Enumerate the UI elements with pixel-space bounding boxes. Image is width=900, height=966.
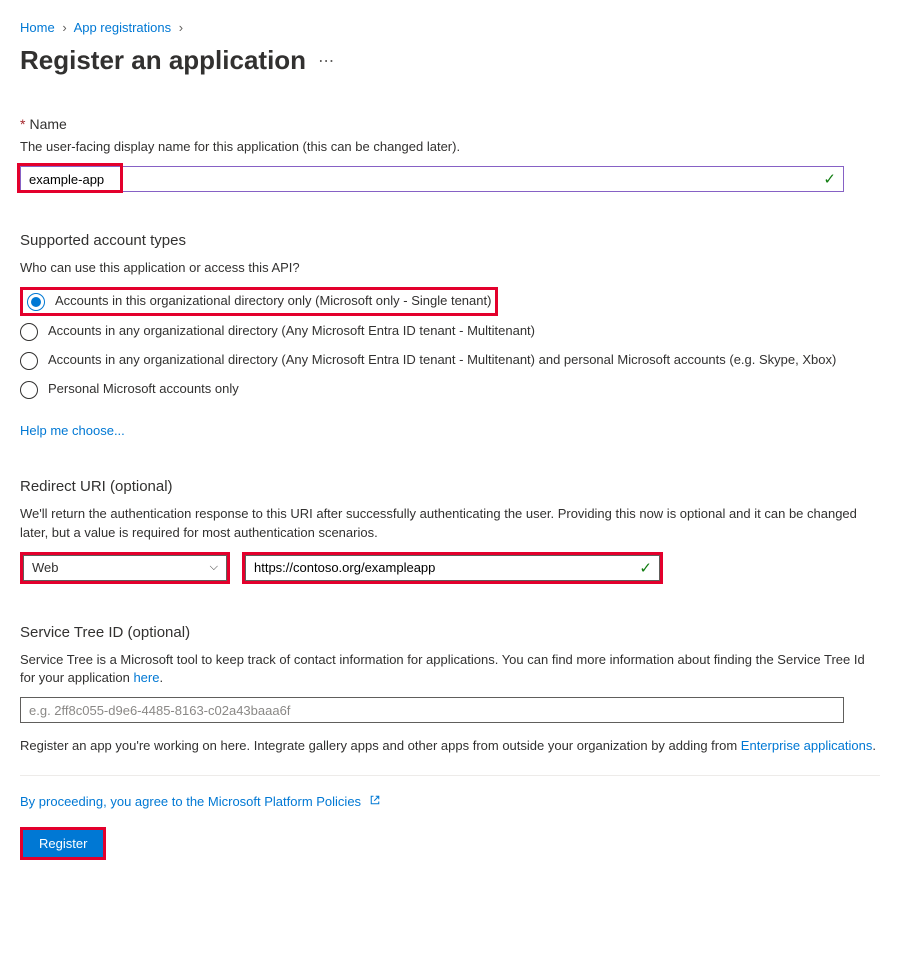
radio-single-tenant[interactable] — [27, 293, 45, 311]
radio-multitenant-personal-label: Accounts in any organizational directory… — [48, 351, 836, 369]
breadcrumb-home[interactable]: Home — [20, 20, 55, 35]
name-input[interactable] — [20, 166, 844, 192]
enterprise-applications-link[interactable]: Enterprise applications — [741, 738, 873, 753]
redirect-uri-description: We'll return the authentication response… — [20, 505, 880, 541]
chevron-down-icon: ⌵ — [210, 561, 218, 574]
account-types-heading: Supported account types — [20, 232, 880, 249]
platform-select[interactable]: Web ⌵ — [23, 555, 227, 581]
external-link-icon — [369, 794, 381, 809]
platform-select-value: Web — [32, 560, 59, 575]
radio-single-tenant-label: Accounts in this organizational director… — [55, 292, 491, 310]
account-types-description: Who can use this application or access t… — [20, 259, 880, 277]
service-tree-heading: Service Tree ID (optional) — [20, 624, 880, 641]
name-label: *Name — [20, 116, 880, 132]
redirect-uri-input[interactable] — [245, 555, 660, 581]
platform-policies-link[interactable]: By proceeding, you agree to the Microsof… — [20, 794, 361, 809]
register-button[interactable]: Register — [23, 830, 103, 857]
breadcrumb: Home › App registrations › — [20, 20, 880, 35]
service-tree-here-link[interactable]: here — [133, 670, 159, 685]
divider — [20, 775, 880, 776]
help-me-choose-link[interactable]: Help me choose... — [20, 423, 125, 438]
register-footnote: Register an app you're working on here. … — [20, 737, 880, 755]
service-tree-input[interactable] — [20, 697, 844, 723]
required-indicator: * — [20, 116, 25, 132]
name-description: The user-facing display name for this ap… — [20, 138, 880, 156]
chevron-right-icon: › — [62, 20, 66, 35]
chevron-right-icon: › — [179, 20, 183, 35]
service-tree-description: Service Tree is a Microsoft tool to keep… — [20, 651, 880, 687]
radio-multitenant-personal[interactable] — [20, 352, 38, 370]
redirect-uri-heading: Redirect URI (optional) — [20, 478, 880, 495]
breadcrumb-app-registrations[interactable]: App registrations — [74, 20, 172, 35]
radio-multitenant-label: Accounts in any organizational directory… — [48, 322, 535, 340]
page-title: Register an application — [20, 45, 306, 76]
more-icon[interactable]: ⋯ — [318, 51, 335, 71]
radio-personal-only-label: Personal Microsoft accounts only — [48, 380, 239, 398]
radio-personal-only[interactable] — [20, 381, 38, 399]
radio-multitenant[interactable] — [20, 323, 38, 341]
